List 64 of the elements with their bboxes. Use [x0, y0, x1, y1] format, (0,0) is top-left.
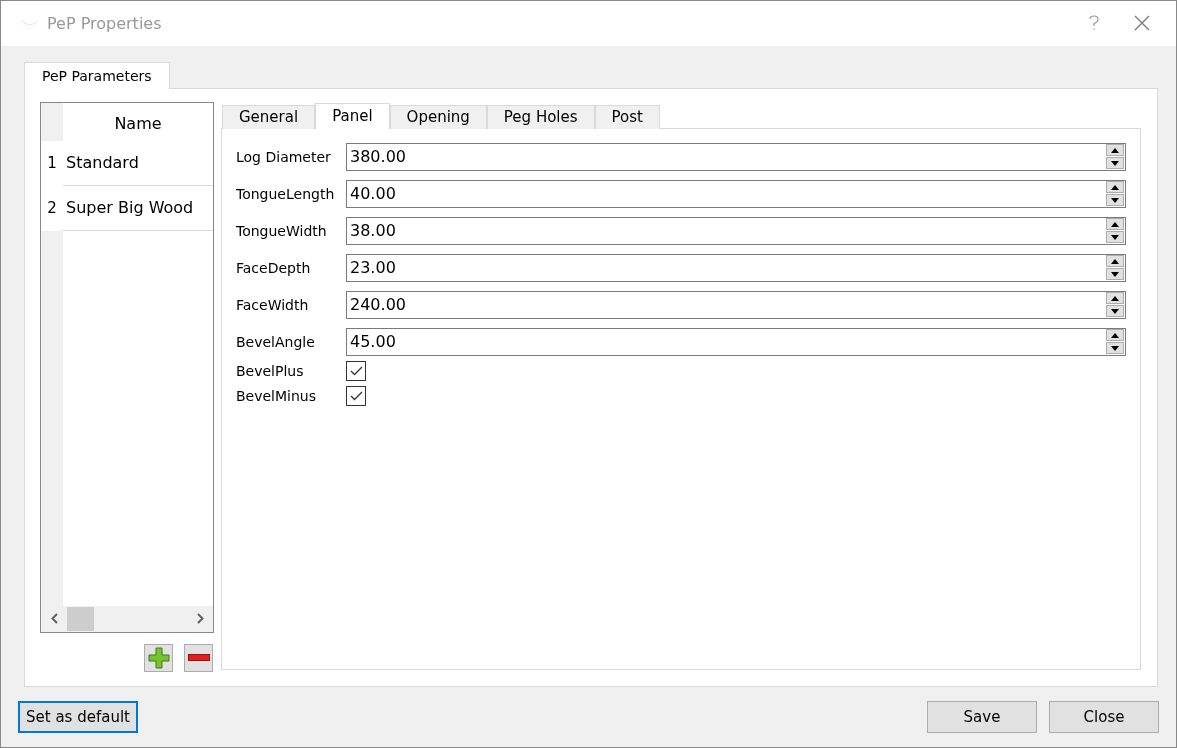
down-arrow-icon	[1111, 234, 1119, 240]
tab[interactable]: PeP Parameters	[24, 61, 170, 89]
checkmark-icon	[349, 390, 363, 401]
field-label: FaceDepth	[236, 259, 312, 276]
plus-icon	[147, 646, 170, 669]
down-arrow-icon	[1111, 345, 1119, 351]
down-arrow-icon	[1111, 160, 1119, 166]
tab[interactable]: General	[222, 104, 316, 129]
field-label: TongueLength	[236, 185, 336, 202]
up-arrow-icon	[1111, 295, 1119, 301]
increment-button[interactable]	[1106, 255, 1124, 268]
increment-button[interactable]	[1106, 144, 1124, 157]
up-arrow-icon	[1111, 258, 1119, 264]
remove-button[interactable]	[184, 643, 213, 672]
tab[interactable]: Opening	[389, 104, 487, 129]
tab[interactable]: Post	[594, 104, 660, 129]
row-number: 2	[41, 185, 63, 231]
horizontal-scrollbar[interactable]	[41, 605, 213, 632]
app-logo-icon	[21, 20, 39, 27]
tab[interactable]: Peg Holes	[486, 104, 595, 129]
checkmark-icon	[349, 365, 363, 376]
increment-button[interactable]	[1106, 329, 1124, 342]
up-arrow-icon	[1111, 184, 1119, 190]
decrement-button[interactable]	[1106, 194, 1124, 207]
column-header: Name	[113, 113, 163, 136]
field-label: FaceWidth	[236, 296, 310, 313]
field-label: TongueWidth	[236, 222, 328, 239]
spin-box[interactable]: 40.00	[346, 179, 1126, 208]
down-arrow-icon	[1111, 308, 1119, 314]
decrement-button[interactable]	[1106, 305, 1124, 318]
field-label: Log Diameter	[236, 148, 332, 165]
spin-box[interactable]: 23.00	[346, 253, 1126, 282]
minus-icon	[187, 654, 210, 662]
close-dialog-button[interactable]: Close	[1049, 700, 1159, 733]
spin-box[interactable]: 45.00	[346, 327, 1126, 356]
window-title: PeP Properties	[47, 13, 163, 33]
down-arrow-icon	[1111, 271, 1119, 277]
scrollbar-thumb[interactable]	[67, 606, 94, 631]
up-arrow-icon	[1111, 147, 1119, 153]
tab[interactable]: Panel	[315, 102, 390, 129]
help-icon	[1089, 15, 1099, 32]
spin-box[interactable]: 38.00	[346, 216, 1126, 245]
checkbox[interactable]	[346, 360, 366, 381]
decrement-button[interactable]	[1106, 231, 1124, 244]
save-button[interactable]: Save	[927, 700, 1037, 733]
increment-button[interactable]	[1106, 181, 1124, 194]
increment-button[interactable]	[1106, 292, 1124, 305]
down-arrow-icon	[1111, 197, 1119, 203]
checkbox-label: BevelPlus	[236, 362, 305, 379]
up-arrow-icon	[1111, 332, 1119, 338]
increment-button[interactable]	[1106, 218, 1124, 231]
decrement-button[interactable]	[1106, 268, 1124, 281]
checkbox-label: BevelMinus	[236, 387, 317, 404]
up-arrow-icon	[1111, 221, 1119, 227]
add-button[interactable]	[144, 643, 173, 672]
row-number: 1	[41, 140, 63, 186]
checkbox[interactable]	[346, 385, 366, 406]
close-icon	[1134, 15, 1150, 32]
spin-box[interactable]: 380.00	[346, 142, 1126, 171]
decrement-button[interactable]	[1106, 342, 1124, 355]
spin-box[interactable]: 240.00	[346, 290, 1126, 319]
set-default-button[interactable]: Set as default	[18, 700, 138, 733]
decrement-button[interactable]	[1106, 157, 1124, 170]
field-label: BevelAngle	[236, 333, 316, 350]
